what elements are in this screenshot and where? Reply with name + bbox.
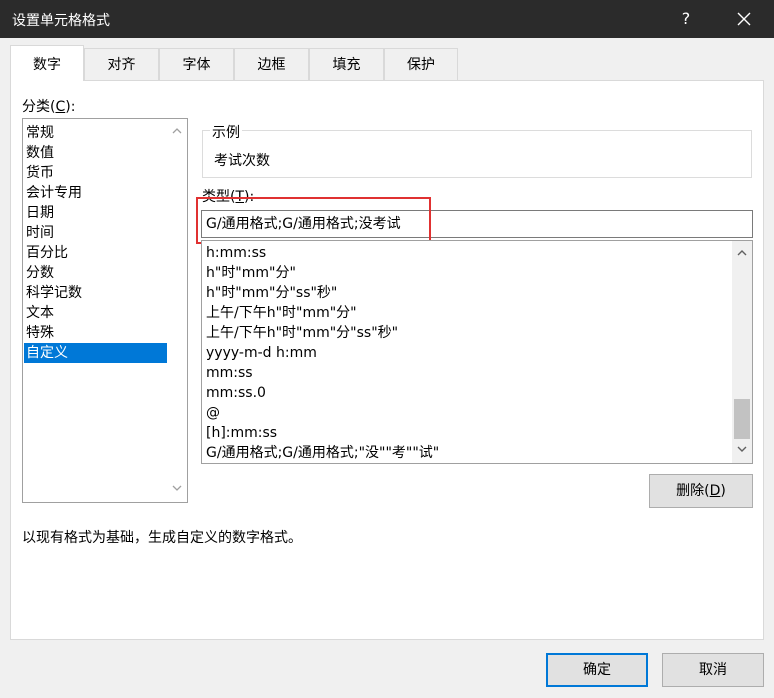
format-item[interactable]: h"时"mm"分" <box>206 263 296 283</box>
category-item[interactable]: 特殊 <box>24 323 167 343</box>
scroll-up-icon[interactable] <box>732 245 752 263</box>
format-item[interactable]: mm:ss <box>206 363 253 383</box>
format-item[interactable]: mm:ss.0 <box>206 383 266 403</box>
category-item[interactable]: 百分比 <box>24 243 167 263</box>
tab-border[interactable]: 边框 <box>234 48 309 80</box>
category-item-selected[interactable]: 自定义 <box>24 343 167 363</box>
scroll-down-icon[interactable] <box>732 441 752 459</box>
tab-font[interactable]: 字体 <box>159 48 234 80</box>
category-scrollbar[interactable] <box>167 119 187 502</box>
tab-fill[interactable]: 填充 <box>309 48 384 80</box>
title-bar: 设置单元格格式 ? <box>0 0 774 38</box>
category-item[interactable]: 常规 <box>24 123 167 143</box>
format-item[interactable]: @ <box>206 403 220 423</box>
scroll-down-icon[interactable] <box>167 480 187 498</box>
category-item[interactable]: 数值 <box>24 143 167 163</box>
ok-button[interactable]: 确定 <box>546 653 648 687</box>
window-title: 设置单元格格式 <box>12 13 110 29</box>
highlight-box <box>196 197 431 244</box>
sample-legend: 示例 <box>210 122 242 142</box>
tab-number[interactable]: 数字 <box>10 45 84 81</box>
format-item[interactable]: h"时"mm"分"ss"秒" <box>206 283 337 303</box>
category-item[interactable]: 会计专用 <box>24 183 167 203</box>
format-item[interactable]: h:mm:ss <box>206 243 266 263</box>
tab-alignment[interactable]: 对齐 <box>84 48 159 80</box>
category-item[interactable]: 时间 <box>24 223 167 243</box>
scroll-up-icon[interactable] <box>167 123 187 141</box>
help-icon[interactable]: ? <box>666 0 706 38</box>
format-scrollbar[interactable] <box>732 241 752 463</box>
category-item[interactable]: 分数 <box>24 263 167 283</box>
category-item[interactable]: 货币 <box>24 163 167 183</box>
delete-button[interactable]: 删除(D) <box>649 474 753 508</box>
format-list[interactable]: h:mm:ss h"时"mm"分" h"时"mm"分"ss"秒" 上午/下午h"… <box>201 240 753 464</box>
category-item[interactable]: 科学记数 <box>24 283 167 303</box>
format-item[interactable]: yyyy-m-d h:mm <box>206 343 317 363</box>
format-item[interactable]: [h]:mm:ss <box>206 423 277 443</box>
format-item[interactable]: 上午/下午h"时"mm"分" <box>206 303 357 323</box>
category-label: 分类(C): <box>22 99 76 115</box>
tab-protection[interactable]: 保护 <box>384 48 458 80</box>
format-item[interactable]: G/通用格式;G/通用格式;"没""考""试" <box>206 443 439 463</box>
scroll-thumb[interactable] <box>734 399 750 439</box>
category-item[interactable]: 日期 <box>24 203 167 223</box>
close-icon[interactable] <box>722 0 766 38</box>
description-text: 以现有格式为基础，生成自定义的数字格式。 <box>22 530 302 546</box>
sample-value: 考试次数 <box>214 153 270 169</box>
cancel-button[interactable]: 取消 <box>662 653 764 687</box>
format-item[interactable]: 上午/下午h"时"mm"分"ss"秒" <box>206 323 398 343</box>
category-item[interactable]: 文本 <box>24 303 167 323</box>
category-list[interactable]: 常规 数值 货币 会计专用 日期 时间 百分比 分数 科学记数 文本 特殊 自定… <box>22 118 188 503</box>
sample-group <box>202 130 752 178</box>
